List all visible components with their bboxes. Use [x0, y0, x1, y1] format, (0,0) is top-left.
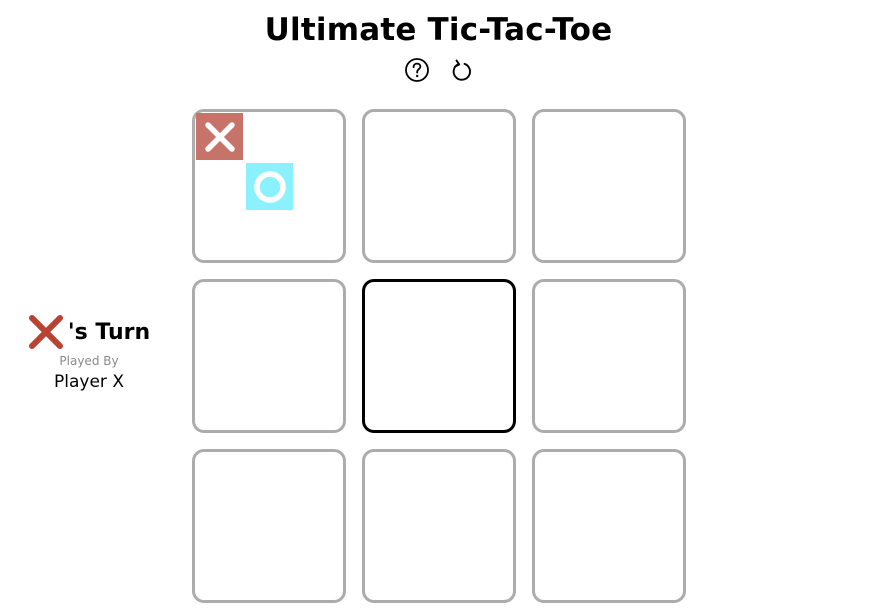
small-board-1[interactable]: [192, 109, 346, 263]
small-board-6[interactable]: [532, 279, 686, 433]
x-mark: [196, 113, 243, 160]
small-board-5[interactable]: [362, 279, 516, 433]
turn-text: 's Turn: [67, 319, 151, 345]
small-board-4[interactable]: [192, 279, 346, 433]
small-board-7[interactable]: [192, 449, 346, 603]
small-board-3[interactable]: [532, 109, 686, 263]
x-mark-icon: [28, 315, 63, 349]
small-board-2[interactable]: [362, 109, 516, 263]
o-mark: [246, 163, 293, 210]
page-title: Ultimate Tic-Tac-Toe: [264, 12, 613, 48]
small-board-8[interactable]: [362, 449, 516, 603]
restart-button[interactable]: [448, 57, 474, 83]
turn-indicator: 's Turn Played By Player X: [20, 312, 158, 392]
toolbar: [404, 57, 474, 85]
question-circle-icon: [405, 58, 429, 82]
x-icon: [204, 121, 235, 152]
game-board: [192, 109, 686, 603]
restart-arrow-icon: [452, 59, 471, 81]
help-button[interactable]: [404, 57, 430, 83]
turn-line: 's Turn: [20, 312, 158, 352]
small-board-9[interactable]: [532, 449, 686, 603]
played-by-label: Played By: [59, 354, 119, 368]
o-icon: [253, 170, 286, 203]
player-name: Player X: [54, 372, 124, 392]
